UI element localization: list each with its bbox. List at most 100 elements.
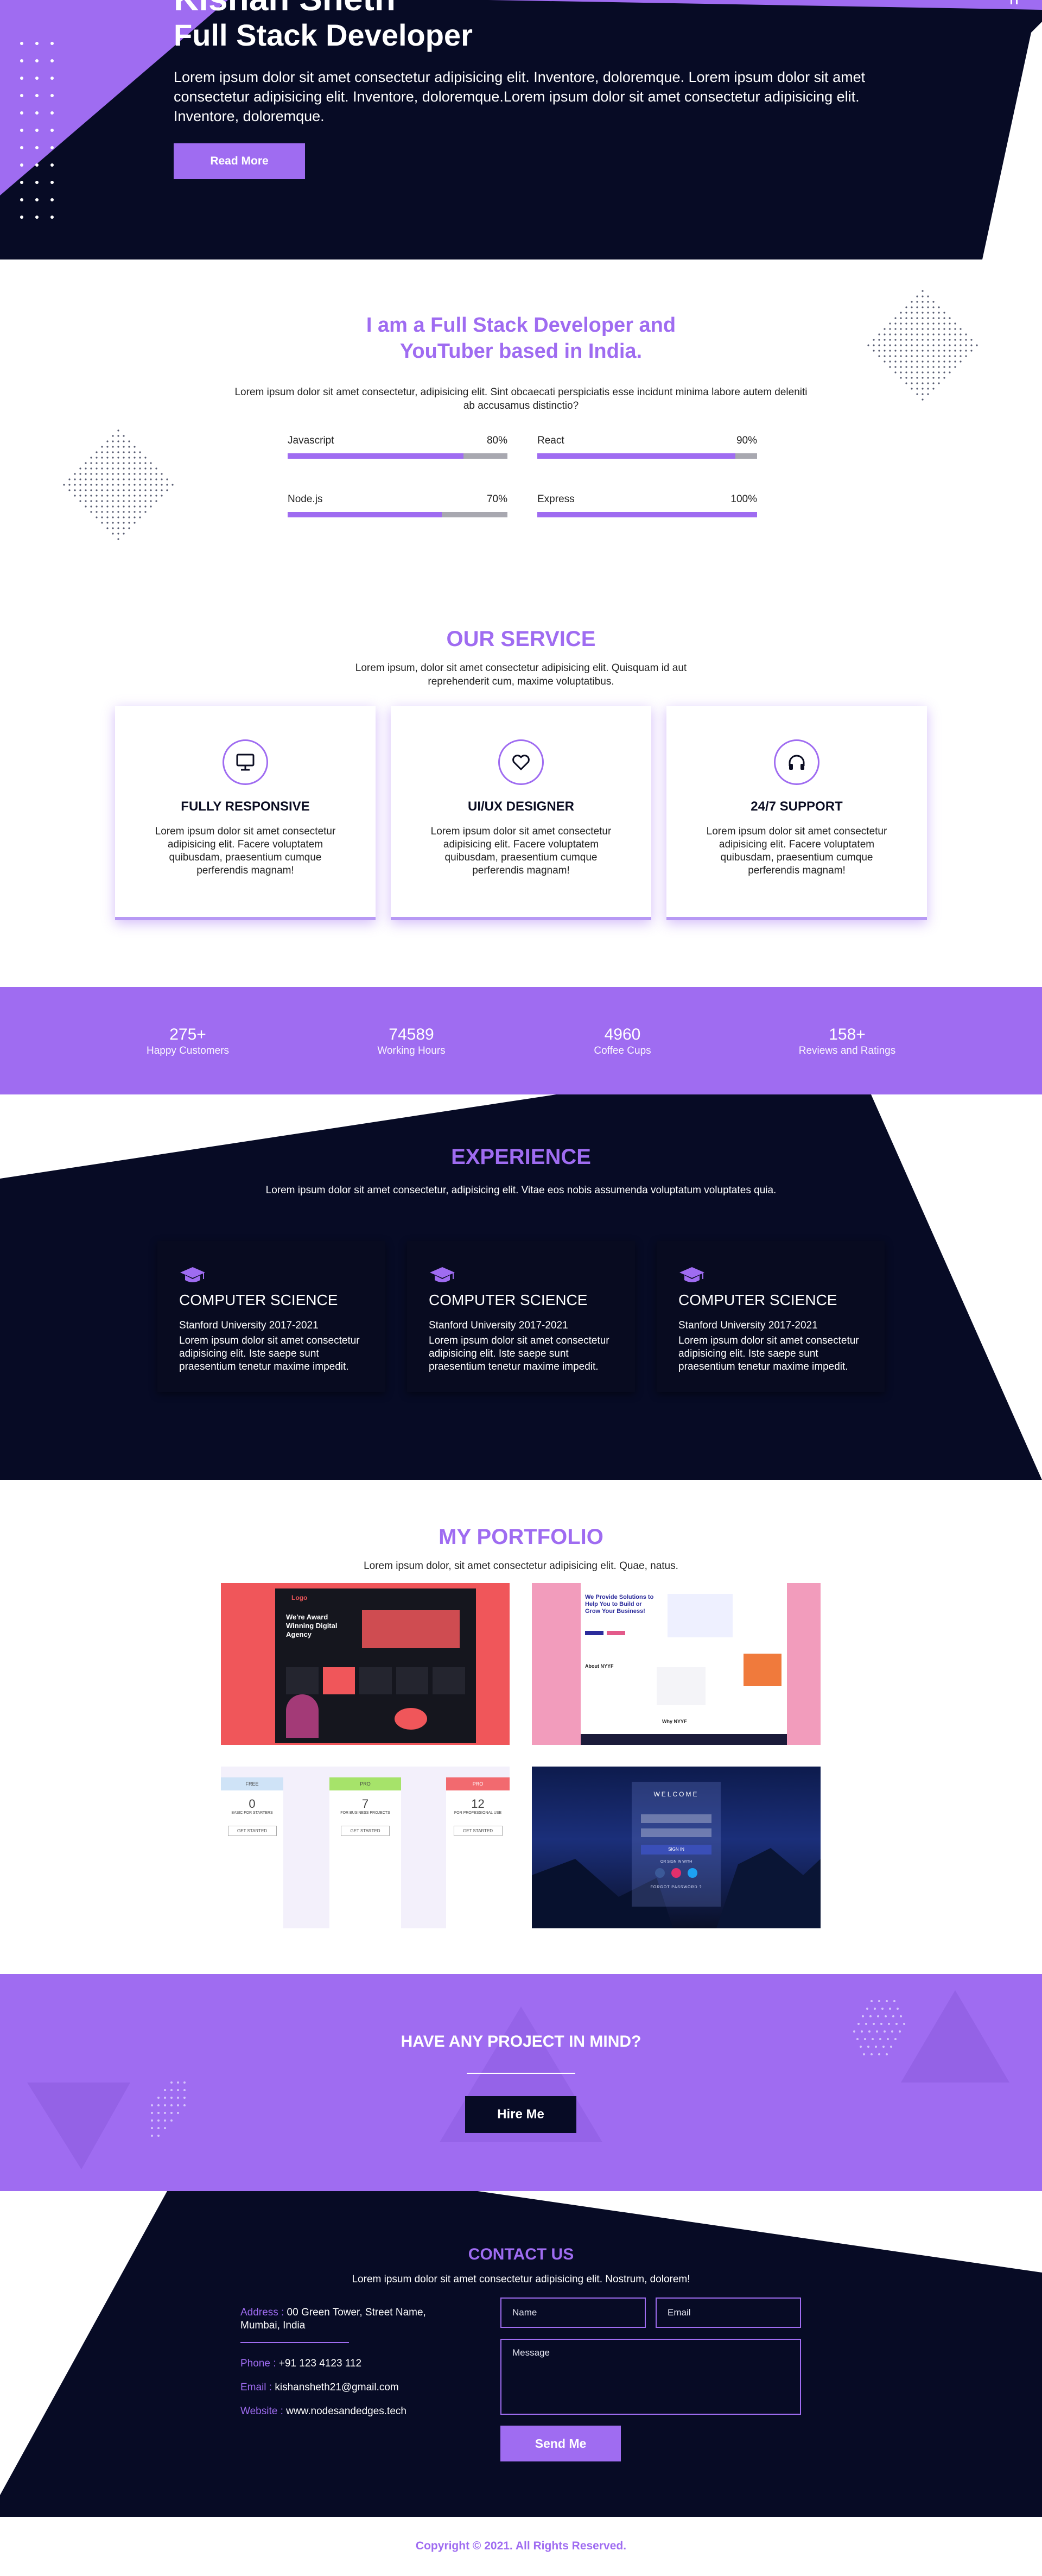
- divider: [240, 2342, 349, 2343]
- contact-title: CONTACT US: [468, 2245, 574, 2263]
- pricing-card: PRO 12 FOR PROFESSIONAL USE GET STARTED: [446, 1777, 510, 1928]
- experience-card: COMPUTER SCIENCE Stanford University 201…: [157, 1241, 385, 1392]
- stat-item: 275+ Happy Customers: [106, 1025, 269, 1058]
- stat-label: Happy Customers: [146, 1045, 230, 1056]
- email-field[interactable]: [656, 2297, 801, 2328]
- skill-name: React: [537, 435, 564, 446]
- stat-label: Reviews and Ratings: [798, 1045, 896, 1056]
- experience-card-meta: Stanford University 2017-2021: [678, 1320, 818, 1331]
- contact-phone-value: +91 123 4123 112: [278, 2358, 362, 2369]
- read-more-button[interactable]: Read More: [174, 143, 305, 179]
- login-forgot: FORGOT PASSWORD ?: [650, 1885, 702, 1889]
- about-title-line1: I am a Full Stack Developer and: [366, 314, 676, 337]
- footer: Copyright © 2021. All Rights Reserved.: [0, 2517, 1042, 2576]
- skill-percent: 100%: [730, 493, 757, 505]
- experience-title: EXPERIENCE: [451, 1145, 591, 1169]
- menu-icon[interactable]: [1008, 0, 1022, 4]
- stat-item: 74589 Working Hours: [330, 1025, 493, 1058]
- portfolio-item[interactable]: FREE 0 BASIC FOR STARTERS GET STARTED PR…: [221, 1767, 510, 1928]
- login-welcome: WELCOME: [653, 1790, 699, 1798]
- experience-card-text: Lorem ipsum dolor sit amet consectetur a…: [678, 1335, 859, 1372]
- hire-me-button[interactable]: Hire Me: [465, 2096, 576, 2133]
- contact-website-label: Website :: [240, 2406, 283, 2417]
- monitor-icon: [223, 739, 268, 785]
- stat-number: 158+: [829, 1026, 866, 1043]
- experience-card-meta: Stanford University 2017-2021: [179, 1320, 319, 1331]
- pricing-card: PRO 7 FOR BUSINESS PROJECTS GET STARTED: [329, 1777, 401, 1928]
- pricing-plan-name: PRO: [329, 1777, 401, 1790]
- skill-bar-fill: [537, 453, 735, 459]
- screenshot-headline: We Provide Solutions to Help You to Buil…: [585, 1594, 654, 1615]
- hero-section: Kishan Sheth Full Stack Developer Lorem …: [0, 0, 1042, 260]
- send-button[interactable]: Send Me: [500, 2426, 621, 2461]
- experience-section: EXPERIENCE Lorem ipsum dolor sit amet co…: [0, 1094, 1042, 1480]
- project-title: HAVE ANY PROJECT IN MIND?: [401, 2033, 641, 2050]
- contact-email-value[interactable]: kishansheth21@gmail.com: [275, 2382, 398, 2393]
- login-or: OR SIGN IN WITH: [660, 1860, 692, 1864]
- service-card-text: Lorem ipsum dolor sit amet consectetur a…: [430, 826, 612, 876]
- about-section: I am a Full Stack Developer and YouTuber…: [0, 260, 1042, 585]
- hero-text: Lorem ipsum dolor sit amet consectetur a…: [174, 69, 866, 124]
- pricing-price: 12: [471, 1797, 485, 1811]
- experience-card-text: Lorem ipsum dolor sit amet consectetur a…: [179, 1335, 360, 1372]
- service-section: OUR SERVICE Lorem ipsum, dolor sit amet …: [0, 585, 1042, 987]
- pricing-sub: BASIC FOR STARTERS: [231, 1811, 273, 1815]
- service-card-text: Lorem ipsum dolor sit amet consectetur a…: [706, 826, 887, 876]
- portfolio-item[interactable]: We Provide Solutions to Help You to Buil…: [532, 1583, 821, 1745]
- skill-nodejs: Node.js 70%: [288, 493, 507, 517]
- portfolio-item[interactable]: WELCOME SIGN IN OR SIGN IN WITH FORGOT P…: [532, 1767, 821, 1928]
- stat-number: 275+: [169, 1026, 206, 1043]
- pricing-button: GET STARTED: [227, 1826, 277, 1836]
- contact-website-value[interactable]: www.nodesandedges.tech: [286, 2406, 406, 2417]
- contact-subtitle: Lorem ipsum dolor sit amet consectetur a…: [352, 2274, 690, 2285]
- stat-item: 158+ Reviews and Ratings: [766, 1025, 929, 1058]
- experience-card-title: COMPUTER SCIENCE: [179, 1292, 338, 1308]
- screenshot-logo: Logo: [291, 1594, 308, 1602]
- stat-number: 4960: [604, 1026, 641, 1043]
- screenshot-about: About NYYF: [585, 1663, 614, 1669]
- contact-section: CONTACT US Lorem ipsum dolor sit amet co…: [0, 2191, 1042, 2517]
- about-title-line2: YouTuber based in India.: [399, 340, 643, 363]
- contact-phone-label: Phone :: [240, 2358, 276, 2369]
- contact-email-label: Email :: [240, 2382, 272, 2393]
- service-card: 24/7 SUPPORT Lorem ipsum dolor sit amet …: [666, 706, 927, 920]
- about-text: Lorem ipsum dolor sit amet consectetur, …: [234, 387, 808, 412]
- stat-label: Coffee Cups: [594, 1045, 651, 1056]
- contact-address-label: Address :: [240, 2307, 284, 2318]
- graduation-cap-icon: [679, 1267, 704, 1282]
- experience-card-text: Lorem ipsum dolor sit amet consectetur a…: [429, 1335, 609, 1372]
- pricing-plan-name: PRO: [446, 1777, 510, 1790]
- heart-icon: [498, 739, 544, 785]
- about-title: I am a Full Stack Developer and YouTuber…: [304, 312, 738, 364]
- screenshot-headline: We're Award Winning Digital Agency: [286, 1613, 338, 1638]
- graduation-cap-icon: [180, 1267, 205, 1282]
- login-signin: SIGN IN: [641, 1845, 711, 1855]
- message-field[interactable]: [500, 2339, 801, 2415]
- pricing-price: 0: [249, 1797, 256, 1811]
- graduation-cap-icon: [430, 1267, 455, 1282]
- name-field[interactable]: [500, 2297, 646, 2328]
- headphones-icon: [774, 739, 819, 785]
- pricing-price: 7: [361, 1797, 369, 1811]
- hero-background: [0, 0, 1042, 260]
- portfolio-item[interactable]: Logo We're Award Winning Digital Agency: [221, 1583, 510, 1745]
- skill-bar: [537, 512, 757, 517]
- portfolio-screenshot: We Provide Solutions to Help You to Buil…: [581, 1583, 787, 1745]
- project-section: HAVE ANY PROJECT IN MIND? Hire Me: [0, 1974, 1042, 2191]
- pricing-sub: FOR BUSINESS PROJECTS: [340, 1811, 390, 1815]
- pricing-card: FREE 0 BASIC FOR STARTERS GET STARTED: [221, 1777, 283, 1928]
- skill-percent: 80%: [486, 435, 507, 446]
- service-subtitle: Lorem ipsum, dolor sit amet consectetur …: [355, 662, 687, 687]
- contact-address: Address : 00 Green Tower, Street Name, M…: [240, 2306, 441, 2332]
- page: Kishan Sheth Full Stack Developer Lorem …: [0, 0, 1042, 2576]
- service-card: UI/UX DESIGNER Lorem ipsum dolor sit ame…: [391, 706, 651, 920]
- experience-card: COMPUTER SCIENCE Stanford University 201…: [657, 1241, 885, 1392]
- experience-card-title: COMPUTER SCIENCE: [429, 1292, 588, 1308]
- skill-react: React 90%: [537, 434, 757, 459]
- service-card-title: FULLY RESPONSIVE: [181, 799, 310, 814]
- service-card: FULLY RESPONSIVE Lorem ipsum dolor sit a…: [115, 706, 376, 920]
- portfolio-title: MY PORTFOLIO: [439, 1525, 603, 1549]
- skill-percent: 90%: [736, 435, 757, 446]
- pricing-sub: FOR PROFESSIONAL USE: [454, 1811, 502, 1815]
- skill-bar-fill: [288, 512, 442, 517]
